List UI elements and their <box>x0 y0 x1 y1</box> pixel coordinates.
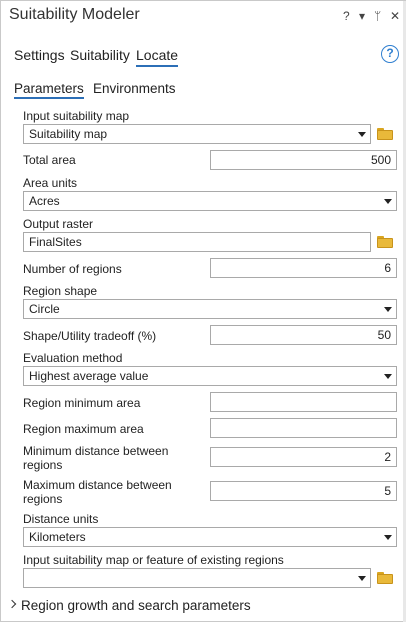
pane-titlebar: Suitability Modeler ? ▾ ᛘ ✕ <box>1 1 405 33</box>
region-shape-value: Circle <box>29 302 60 316</box>
chevron-down-icon <box>384 374 392 379</box>
num-regions-input[interactable]: 6 <box>210 258 397 278</box>
max-distance-label-line1: Maximum distance between <box>23 478 172 492</box>
pane-title: Suitability Modeler <box>9 6 140 23</box>
max-distance-label: Maximum distance between regions <box>23 478 172 506</box>
max-distance-input[interactable]: 5 <box>210 481 397 501</box>
distance-units-dropdown[interactable]: Kilometers <box>23 527 397 547</box>
chevron-down-icon <box>384 535 392 540</box>
min-distance-label-line1: Minimum distance between <box>23 444 169 458</box>
chevron-down-icon <box>384 199 392 204</box>
folder-icon[interactable] <box>377 235 393 248</box>
suitability-modeler-pane: Suitability Modeler ? ▾ ᛘ ✕ Settings Sui… <box>0 0 406 622</box>
min-distance-input[interactable]: 2 <box>210 447 397 467</box>
input-map-value: Suitability map <box>29 127 108 141</box>
input-map-dropdown[interactable]: Suitability map <box>23 124 371 144</box>
area-units-dropdown[interactable]: Acres <box>23 191 397 211</box>
chevron-down-icon <box>384 307 392 312</box>
tradeoff-label: Shape/Utility tradeoff (%) <box>23 329 157 343</box>
region-max-area-input[interactable] <box>210 418 397 438</box>
area-units-label: Area units <box>23 176 78 190</box>
min-distance-label-line2: regions <box>23 458 63 472</box>
tab-locate[interactable]: Locate <box>136 47 179 67</box>
total-area-input[interactable]: 500 <box>210 150 397 170</box>
tab-settings[interactable]: Settings <box>14 47 65 63</box>
eval-method-label: Evaluation method <box>23 351 123 365</box>
min-distance-label: Minimum distance between regions <box>23 444 168 472</box>
region-max-area-label: Region maximum area <box>23 422 144 436</box>
max-distance-label-line2: regions <box>23 492 63 506</box>
eval-method-value: Highest average value <box>29 369 149 383</box>
region-min-area-input[interactable] <box>210 392 397 412</box>
chevron-down-icon <box>358 576 366 581</box>
output-raster-label: Output raster <box>23 217 94 231</box>
area-units-value: Acres <box>29 194 60 208</box>
folder-icon[interactable] <box>377 127 393 140</box>
help-circle-icon[interactable]: ? <box>381 45 399 63</box>
tab-environments[interactable]: Environments <box>93 81 176 96</box>
total-area-label: Total area <box>23 153 76 167</box>
pin-icon[interactable]: ᛘ <box>374 9 381 23</box>
pane-menu-icon[interactable]: ▾ <box>359 9 365 23</box>
region-shape-dropdown[interactable]: Circle <box>23 299 397 319</box>
folder-icon[interactable] <box>377 571 393 584</box>
input-map-label: Input suitability map <box>23 109 130 123</box>
chevron-down-icon <box>358 132 366 137</box>
expander-label: Region growth and search parameters <box>21 598 251 613</box>
region-min-area-label: Region minimum area <box>23 396 141 410</box>
chevron-right-icon <box>7 599 17 609</box>
existing-regions-label: Input suitability map or feature of exis… <box>23 553 284 567</box>
tradeoff-input[interactable]: 50 <box>210 325 397 345</box>
close-icon[interactable]: ✕ <box>390 9 400 23</box>
num-regions-label: Number of regions <box>23 262 122 276</box>
existing-regions-dropdown[interactable] <box>23 568 371 588</box>
output-raster-input[interactable]: FinalSites <box>23 232 371 252</box>
tab-parameters[interactable]: Parameters <box>14 81 84 99</box>
eval-method-dropdown[interactable]: Highest average value <box>23 366 397 386</box>
tab-suitability[interactable]: Suitability <box>70 47 130 63</box>
distance-units-value: Kilometers <box>29 530 86 544</box>
region-shape-label: Region shape <box>23 284 98 298</box>
distance-units-label: Distance units <box>23 512 99 526</box>
help-icon[interactable]: ? <box>343 9 350 23</box>
